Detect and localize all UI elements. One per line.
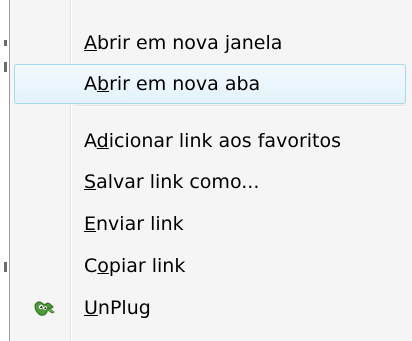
access-key-letter: S — [84, 171, 97, 193]
menu-item-label: UnPlug — [84, 297, 151, 319]
background-page-edge — [0, 0, 9, 341]
menu-item-label: Salvar link como... — [84, 171, 260, 193]
menu-item-label: Abrir em nova aba — [84, 73, 261, 95]
page-edge-mark — [4, 40, 7, 46]
menu-separator-highlight — [74, 106, 406, 107]
access-key-letter: o — [97, 255, 109, 277]
access-key-letter: E — [84, 213, 97, 235]
access-key-letter: d — [96, 130, 109, 152]
menu-item-label: Abrir em nova janela — [84, 32, 283, 54]
page-edge-mark — [4, 262, 7, 272]
menu-item-save-link-as[interactable]: Salvar link como... — [14, 162, 406, 202]
menu-item-unplug[interactable]: UnPlug — [14, 288, 406, 328]
context-menu: Abrir em nova janela Abrir em nova aba A… — [9, 0, 412, 341]
menu-item-label: Adicionar link aos favoritos — [84, 130, 342, 152]
menu-item-open-new-window[interactable]: Abrir em nova janela — [14, 23, 406, 63]
access-key-letter: b — [97, 73, 110, 95]
unplug-addon-icon — [32, 297, 56, 319]
access-key-letter: U — [84, 297, 98, 319]
menu-item-open-new-tab[interactable]: Abrir em nova aba — [14, 64, 406, 104]
page-edge-mark — [4, 62, 7, 72]
access-key-letter: A — [84, 32, 97, 54]
menu-item-send-link[interactable]: Enviar link — [14, 204, 406, 244]
menu-item-copy-link[interactable]: Copiar link — [14, 246, 406, 286]
menu-item-add-link-favorites[interactable]: Adicionar link aos favoritos — [14, 121, 406, 161]
menu-item-label: Copiar link — [84, 255, 186, 277]
menu-item-label: Enviar link — [84, 213, 184, 235]
